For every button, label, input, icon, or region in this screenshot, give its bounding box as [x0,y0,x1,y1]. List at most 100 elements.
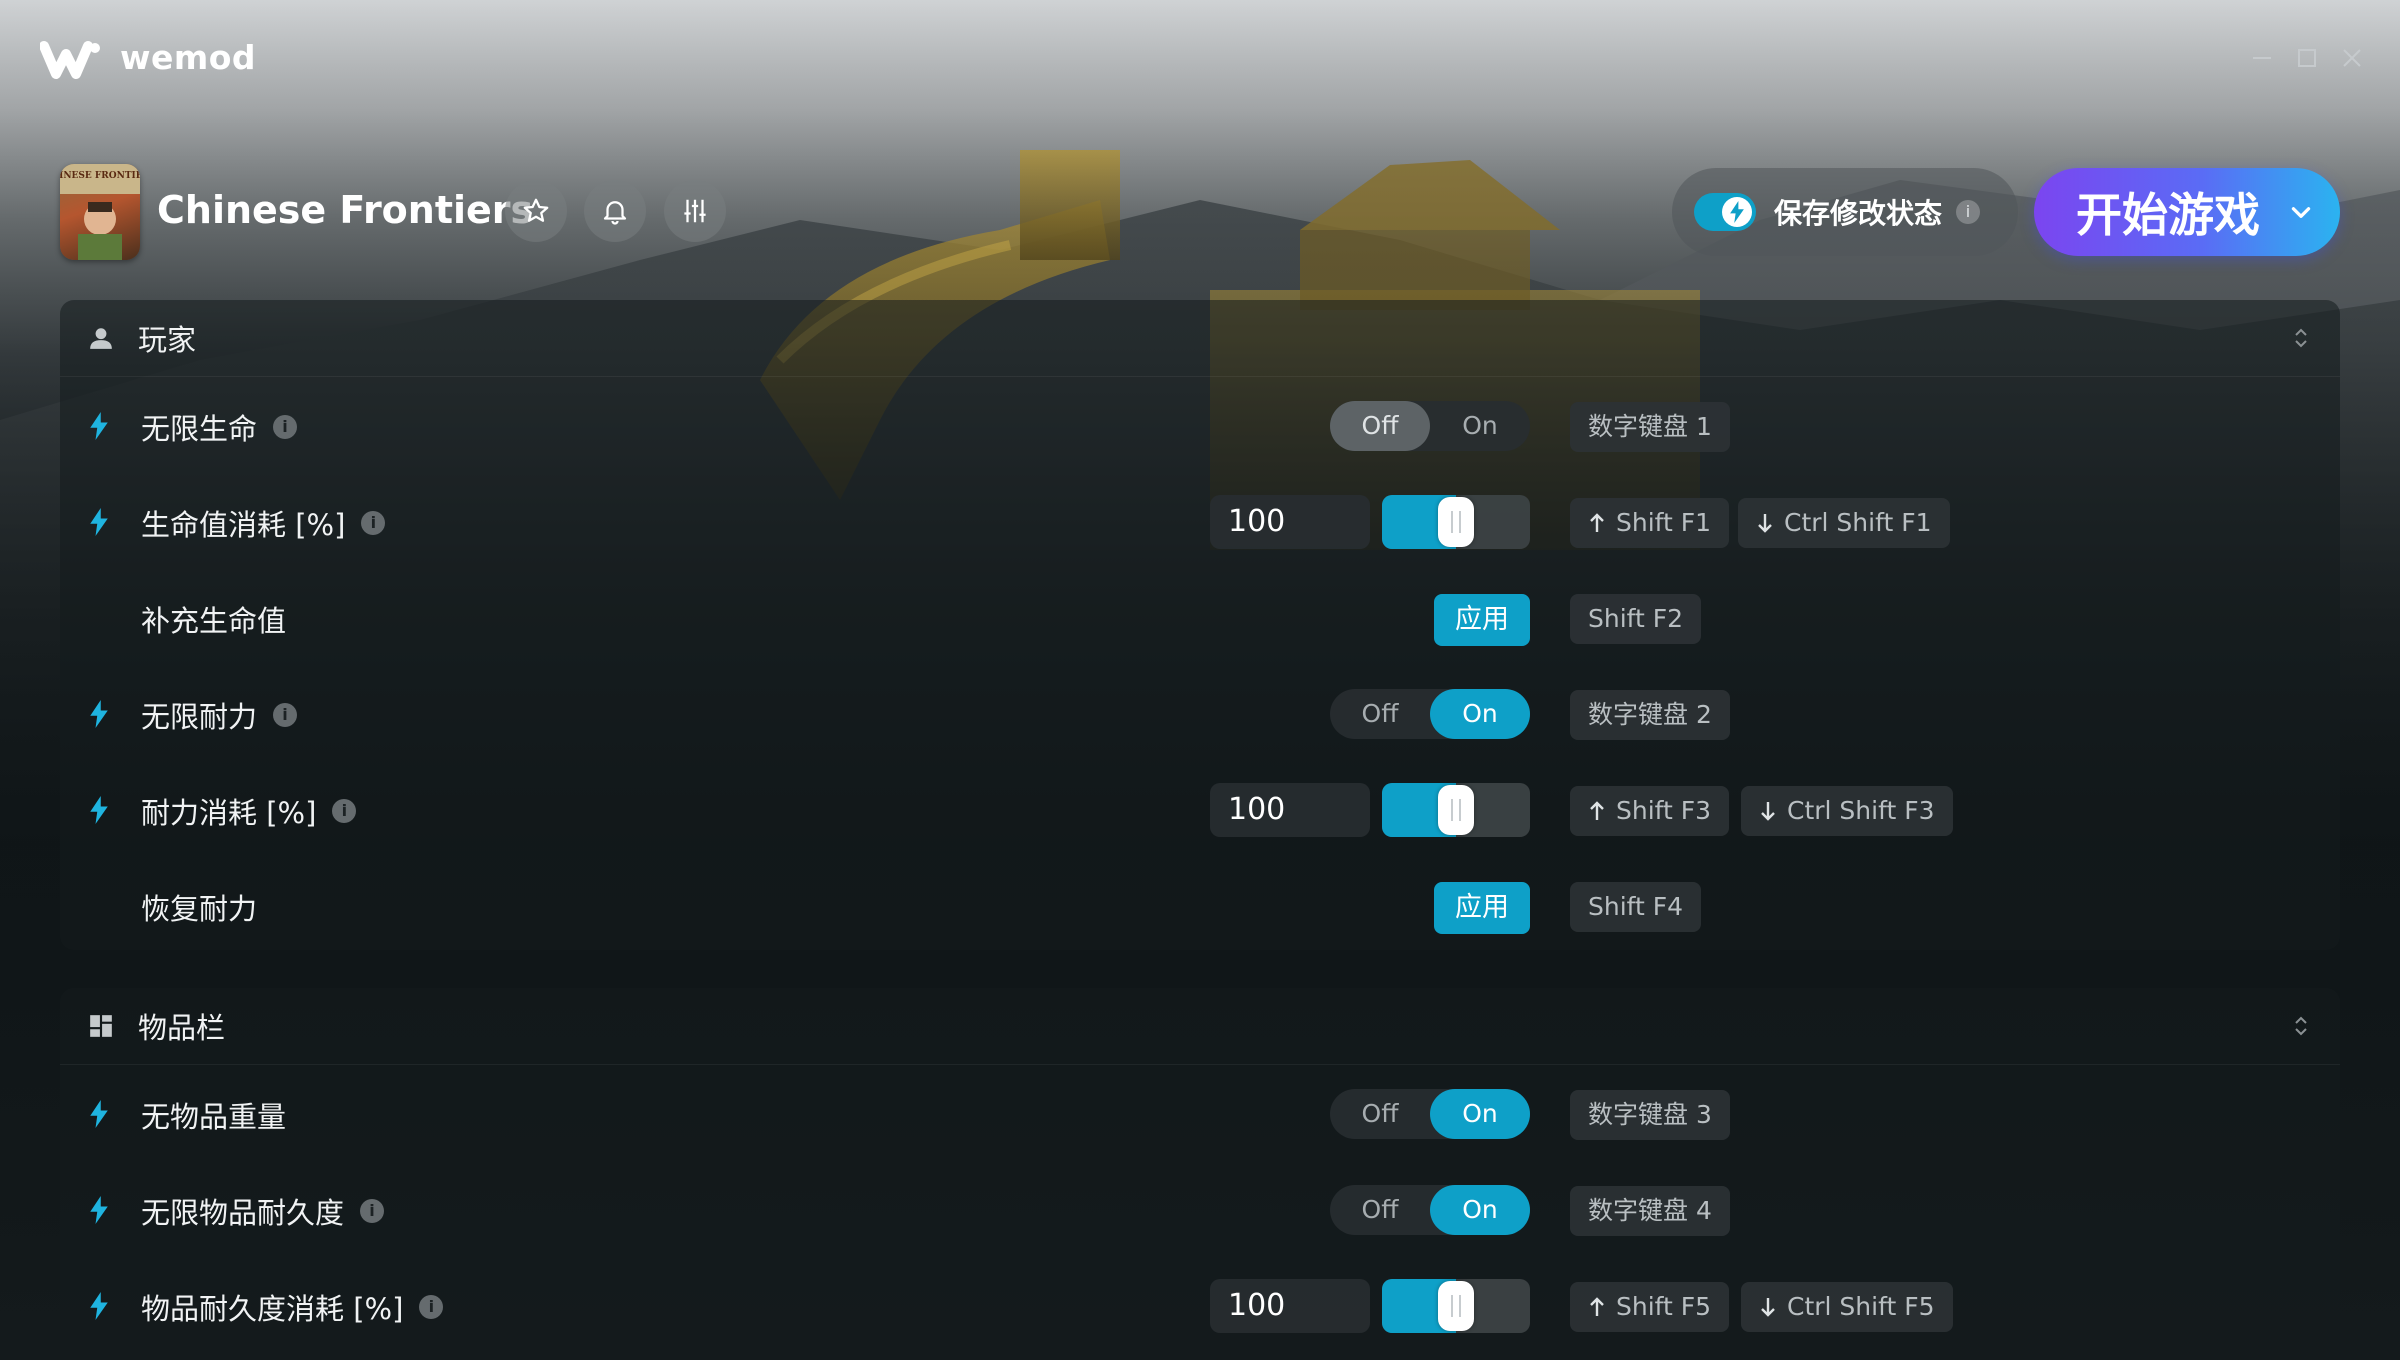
chevron-down-icon[interactable] [2288,199,2314,225]
section-player: 玩家 无限生命 i Off On 数字键盘 1 生命值消耗 [%] i 100 Sh… [60,300,2340,950]
arrow-up-icon [1590,1297,1604,1316]
hotkey-increase[interactable]: Shift F1 [1570,498,1730,548]
toggle-on-option[interactable]: On [1430,1185,1530,1235]
cheat-name: 无物品重量 [141,1100,287,1134]
cheat-row: 补充生命值 应用 Shift F2 [60,570,2340,666]
value-input[interactable]: 100 [1210,495,1370,549]
hotkey-label: Shift F5 [1616,1292,1712,1321]
cheat-name: 恢复耐力 [141,892,258,926]
section-title: 物品栏 [138,1011,226,1045]
notifications-button[interactable] [584,180,646,242]
hotkey-decrease[interactable]: Ctrl Shift F3 [1741,786,1953,836]
toggle-on-option[interactable]: On [1430,689,1530,739]
thumbnail-logo-text: CHINESE FRONTIERS [60,171,140,181]
value-slider[interactable] [1382,495,1530,549]
hotkey-label: Shift F1 [1616,508,1712,537]
toggle-off-option[interactable]: Off [1330,1185,1430,1235]
bolt-icon [90,796,108,824]
hotkey-label: Ctrl Shift F5 [1787,1292,1935,1321]
play-button[interactable]: 开始游戏 [2034,168,2340,256]
value-input[interactable]: 100 [1210,1279,1370,1333]
info-icon[interactable]: i [332,799,357,823]
hotkey-badge[interactable]: 数字键盘 4 [1570,1186,1730,1236]
hotkey-badge[interactable]: 数字键盘 2 [1570,690,1730,740]
bolt-icon [90,508,108,536]
cheat-name: 无限物品耐久度 [141,1196,345,1230]
hotkey-badge[interactable]: 数字键盘 1 [1570,402,1730,452]
cheat-row: 无限耐力 i Off On 数字键盘 2 [60,666,2340,762]
cheat-row: 物品耐久度消耗 [%] i 100 Shift F5 Ctrl Shift F5 [60,1258,2340,1354]
toggle-off-option[interactable]: Off [1330,401,1430,451]
slider-thumb[interactable] [1438,785,1474,835]
close-icon[interactable] [2340,46,2364,70]
cheat-name: 无限耐力 [141,700,258,734]
hotkey-badge[interactable]: 数字键盘 3 [1570,1090,1730,1140]
save-mods-control[interactable]: 保存修改状态 i [1672,168,2018,256]
section-header[interactable]: 物品栏 [60,988,2340,1065]
arrow-down-icon [1761,1298,1775,1317]
wemod-logo [39,40,102,80]
cheat-name: 生命值消耗 [%] [141,508,346,542]
arrow-up-icon [1590,801,1604,820]
user-icon [90,328,112,349]
hotkey-label: Ctrl Shift F3 [1787,796,1935,825]
info-icon[interactable]: i [1956,200,1981,224]
arrow-up-icon [1590,513,1604,532]
arrow-down-icon [1758,514,1772,533]
bolt-icon [90,1196,108,1224]
maximize-icon[interactable] [2295,46,2319,70]
toggle-off-option[interactable]: Off [1330,689,1430,739]
inventory-grid-icon [90,1015,112,1037]
hotkey-increase[interactable]: Shift F5 [1570,1282,1730,1332]
info-icon[interactable]: i [273,703,298,727]
section-header[interactable]: 玩家 [60,300,2340,377]
bolt-icon [90,1100,108,1128]
apply-button[interactable]: 应用 [1434,882,1530,934]
value-input[interactable]: 100 [1210,783,1370,837]
cheat-toggle[interactable]: Off On [1330,401,1530,451]
info-icon[interactable]: i [419,1295,444,1319]
hotkey-decrease[interactable]: Ctrl Shift F5 [1741,1282,1953,1332]
hotkey-label: Ctrl Shift F1 [1784,508,1932,537]
game-settings-button[interactable] [664,180,726,242]
collapse-icon[interactable] [2292,326,2310,350]
toggle-on-option[interactable]: On [1430,1089,1530,1139]
slider-thumb[interactable] [1438,1281,1474,1331]
hotkey-badge[interactable]: Shift F4 [1570,882,1702,932]
cheat-name: 补充生命值 [141,604,287,638]
value-slider[interactable] [1382,1279,1530,1333]
save-mods-toggle[interactable] [1694,193,1756,231]
section-title: 玩家 [138,323,197,357]
hotkey-badge[interactable]: Shift F2 [1570,594,1702,644]
cheat-name: 耐力消耗 [%] [141,796,317,830]
info-icon[interactable]: i [361,511,386,535]
cheat-toggle[interactable]: Off On [1330,1185,1530,1235]
value-slider[interactable] [1382,783,1530,837]
game-thumbnail: CHINESE FRONTIERS [60,164,140,260]
cheat-toggle[interactable]: Off On [1330,689,1530,739]
slider-thumb[interactable] [1438,497,1474,547]
favorite-button[interactable] [505,180,567,242]
arrow-down-icon [1761,802,1775,821]
section-inventory: 物品栏 无物品重量 Off On 数字键盘 3 无限物品耐久度 i Off On … [60,988,2340,1360]
info-icon[interactable]: i [273,415,298,439]
star-icon [523,198,549,222]
collapse-icon[interactable] [2292,1014,2310,1038]
minimize-icon[interactable] [2250,46,2274,70]
play-label: 开始游戏 [2076,188,2260,242]
toggle-on-option[interactable]: On [1430,401,1530,451]
bell-icon [603,201,627,225]
game-title: Chinese Frontiers [157,188,534,232]
bolt-icon [90,412,108,440]
info-icon[interactable]: i [360,1199,385,1223]
hotkey-increase[interactable]: Shift F3 [1570,786,1730,836]
cheat-row: 生命值消耗 [%] i 100 Shift F1 Ctrl Shift F1 [60,474,2340,570]
bolt-icon [90,1292,108,1320]
toggle-off-option[interactable]: Off [1330,1089,1430,1139]
apply-button[interactable]: 应用 [1434,594,1530,646]
sliders-icon [684,199,706,223]
cheat-toggle[interactable]: Off On [1330,1089,1530,1139]
hotkey-decrease[interactable]: Ctrl Shift F1 [1738,498,1950,548]
cheat-row: 无物品重量 Off On 数字键盘 3 [60,1066,2340,1162]
brand-name: wemod [120,38,257,77]
